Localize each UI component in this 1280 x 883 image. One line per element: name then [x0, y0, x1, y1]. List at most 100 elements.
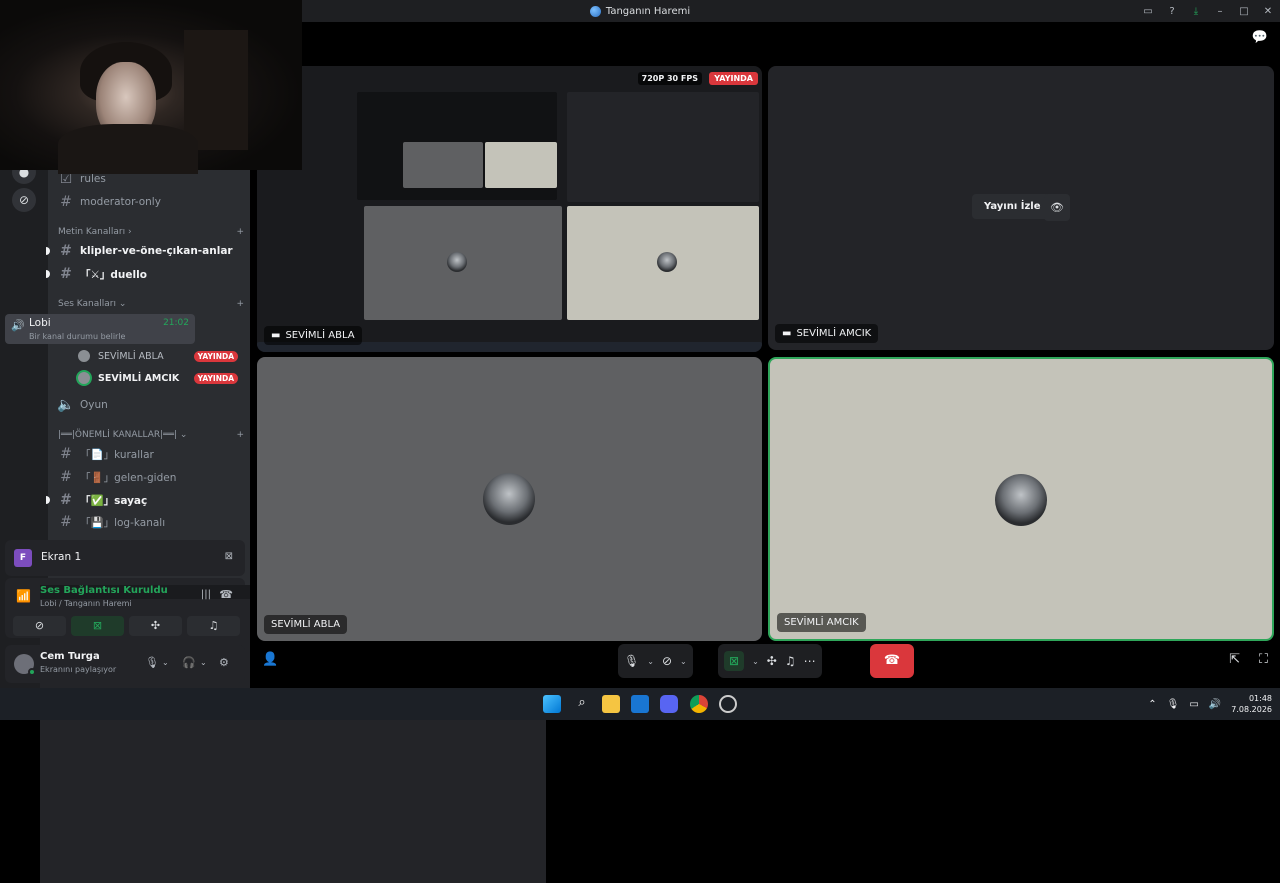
- live-badge: YAYINDA: [193, 350, 238, 362]
- voice-user-abla[interactable]: SEVİMLİ ABLA YAYINDA: [76, 346, 246, 366]
- hash-icon: #: [60, 243, 72, 259]
- user-panel: Cem Turga Ekranını paylaşıyor 🎙 ⌄ 🎧 ⌄ ⚙: [5, 645, 245, 683]
- screen-share-icon: F: [14, 549, 32, 567]
- download-icon[interactable]: ⤓: [1184, 6, 1208, 17]
- video-tile-abla[interactable]: SEVİMLİ ABLA: [257, 357, 762, 641]
- clock[interactable]: 01:48 7.08.2026: [1231, 693, 1272, 715]
- avatar: [76, 348, 92, 364]
- headphones-icon[interactable]: 🎧: [182, 656, 196, 669]
- screen-icon: ▬: [782, 328, 792, 339]
- unread-indicator: [46, 247, 50, 255]
- add-channel-icon[interactable]: +: [236, 299, 244, 309]
- noise-suppression-icon[interactable]: |||: [201, 589, 211, 600]
- live-badge: YAYINDA: [709, 72, 758, 85]
- channel-log-kanali[interactable]: # 「💾」log-kanalı: [48, 511, 244, 533]
- invite-icon[interactable]: 👤: [262, 652, 278, 667]
- category-important[interactable]: |══|ÖNEMLİ KANALLAR|══| ⌄ +: [58, 430, 244, 440]
- disconnect-icon[interactable]: ☎: [219, 588, 233, 601]
- start-icon[interactable]: [543, 695, 561, 713]
- category-voice-channels[interactable]: Ses Kanalları ⌄ +: [58, 299, 244, 309]
- maximize-button[interactable]: □: [1232, 6, 1256, 17]
- gear-icon[interactable]: ⚙: [219, 656, 229, 669]
- quality-badge: 720P 30 FPS: [637, 72, 702, 85]
- media-controls: 🎙 ⌄ ⊘ ⌄: [618, 644, 693, 678]
- discord-icon[interactable]: [660, 695, 678, 713]
- stop-share-icon[interactable]: ⊠: [225, 551, 233, 562]
- screen-icon: ▬: [271, 330, 281, 341]
- camera-off-button[interactable]: ⊘: [13, 616, 66, 636]
- watch-popout-icon[interactable]: 👁: [1044, 194, 1070, 221]
- minimize-button[interactable]: –: [1208, 6, 1232, 17]
- leave-call-button[interactable]: ☎: [870, 644, 914, 678]
- hash-icon: #: [60, 194, 72, 210]
- voice-channel-lobi[interactable]: 🔊 Lobi 21:02 Bir kanal durumu belirle: [5, 314, 195, 344]
- stream-tile-amcik[interactable]: Yayını İzle 👁 ▬ SEVİMLİ AMCIK: [768, 66, 1274, 350]
- window-title: Tanganın Haremi: [589, 5, 690, 17]
- stream-preview-tile: [403, 142, 483, 188]
- chevron-up-icon[interactable]: ⌃: [1148, 699, 1156, 710]
- server-icon: [589, 5, 601, 17]
- microphone-icon[interactable]: 🎙: [145, 656, 159, 669]
- channel-gelen-giden[interactable]: # 「🚪」gelen-giden: [48, 466, 244, 488]
- window-controls: ▭ ? ⤓ – □ ✕: [1136, 0, 1280, 22]
- share-screen-button[interactable]: ⊠: [71, 616, 124, 636]
- stream-preview-tile: [567, 92, 759, 202]
- share-screen-icon[interactable]: ⊠: [724, 651, 745, 671]
- add-channel-icon[interactable]: +: [236, 430, 244, 440]
- watch-stream-button[interactable]: Yayını İzle: [972, 194, 1053, 219]
- help-icon[interactable]: ?: [1160, 6, 1184, 17]
- inbox-icon[interactable]: ▭: [1136, 6, 1160, 17]
- channel-kurallar[interactable]: # 「📄」kurallar: [48, 443, 244, 465]
- avatar: [76, 370, 92, 386]
- avatar: [447, 252, 467, 272]
- channel-moderator-only[interactable]: # moderator-only: [48, 191, 244, 213]
- system-tray: ⌃ 🎙 ▭ 🔊 01:48 7.08.2026: [1148, 688, 1280, 720]
- search-icon[interactable]: ⌕: [573, 695, 591, 713]
- obs-icon[interactable]: [719, 695, 737, 713]
- activities-button[interactable]: ✣: [129, 616, 182, 636]
- channel-klipler[interactable]: # klipler-ve-öne-çıkan-anlar: [46, 240, 244, 262]
- hash-icon: #: [60, 469, 72, 485]
- os-taskbar: ⌕ ⌃ 🎙 ▭ 🔊 01:48 7.08.2026: [0, 688, 1280, 720]
- close-button[interactable]: ✕: [1256, 6, 1280, 17]
- microphone-icon[interactable]: 🎙: [624, 654, 639, 668]
- chevron-down-icon[interactable]: ⌄: [680, 657, 687, 666]
- activities-icon[interactable]: ✣: [767, 654, 777, 668]
- participant-tag: ▬ SEVİMLİ AMCIK: [775, 324, 879, 343]
- chevron-down-icon[interactable]: ⌄: [647, 657, 654, 666]
- call-controls: 👤 🎙 ⌄ ⊘ ⌄ ⊠ ⌄ ✣ ♫ ⋯ ☎ ⇱ ⛶: [250, 642, 1280, 688]
- chevron-down-icon[interactable]: ⌄: [752, 657, 759, 666]
- volume-icon[interactable]: 🔊: [1209, 699, 1221, 710]
- live-badge: YAYINDA: [193, 372, 238, 384]
- voice-channel-oyun[interactable]: 🔈 Oyun: [48, 394, 244, 416]
- chat-icon[interactable]: 💬: [1252, 30, 1268, 45]
- hash-icon: #: [60, 492, 72, 508]
- more-icon[interactable]: ⋯: [804, 654, 816, 668]
- fullscreen-icon[interactable]: ⛶: [1259, 652, 1268, 667]
- camera-off-icon[interactable]: ⊘: [662, 654, 672, 668]
- category-text-channels[interactable]: Metin Kanalları › +: [58, 227, 244, 237]
- voice-user-amcik[interactable]: SEVİMLİ AMCIK YAYINDA: [76, 368, 246, 388]
- chrome-icon[interactable]: [690, 695, 708, 713]
- add-channel-icon[interactable]: +: [236, 227, 244, 237]
- unread-indicator: [46, 496, 50, 504]
- hash-icon: #: [60, 266, 72, 282]
- participant-tag: SEVİMLİ ABLA: [264, 615, 348, 634]
- file-explorer-icon[interactable]: [602, 695, 620, 713]
- chevron-down-icon[interactable]: ⌄: [162, 658, 169, 667]
- soundboard-button[interactable]: ♫: [187, 616, 240, 636]
- channel-sayac[interactable]: # 「✅」sayaç: [46, 489, 244, 511]
- popout-icon[interactable]: ⇱: [1229, 652, 1240, 667]
- channel-duello[interactable]: # 「⚔」duello: [46, 263, 244, 285]
- soundboard-icon[interactable]: ♫: [785, 654, 796, 668]
- signal-icon[interactable]: 📶: [16, 589, 31, 603]
- stream-preview-tile: [485, 142, 557, 188]
- display-icon[interactable]: ▭: [1189, 699, 1198, 710]
- avatar: [995, 474, 1047, 526]
- chevron-down-icon[interactable]: ⌄: [200, 658, 207, 667]
- video-tile-amcik[interactable]: SEVİMLİ AMCIK: [768, 357, 1274, 641]
- microphone-icon[interactable]: 🎙: [1167, 699, 1180, 710]
- stream-tile-abla[interactable]: 720P 30 FPS YAYINDA ▬ SEVİMLİ ABLA: [257, 66, 762, 352]
- discover-icon[interactable]: ⊘: [12, 188, 36, 212]
- outlook-icon[interactable]: [631, 695, 649, 713]
